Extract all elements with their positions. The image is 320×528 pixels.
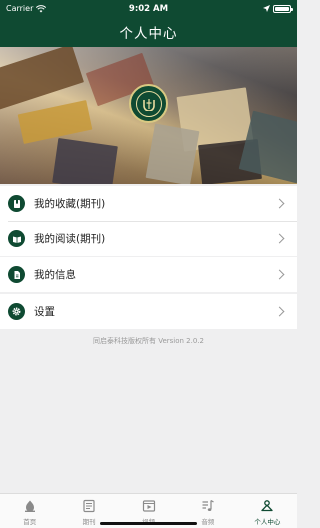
home-indicator: [100, 522, 197, 525]
chevron-right-icon: [274, 198, 285, 209]
menu-label-my-info: 我的信息: [34, 269, 76, 281]
video-icon: [141, 498, 157, 514]
chevron-right-icon: [274, 233, 285, 244]
tab-label-journal: 期刊: [82, 518, 96, 526]
menu-item-settings[interactable]: 设置: [0, 294, 297, 329]
menu-item-my-info[interactable]: 我的信息: [0, 257, 297, 292]
emblem-icon: [135, 90, 162, 117]
menu-item-favorites[interactable]: 我的收藏(期刊): [0, 186, 297, 221]
tab-label-home: 首页: [23, 518, 37, 526]
bookmark-book-icon: [8, 195, 25, 212]
tab-label-profile: 个人中心: [254, 518, 281, 526]
banner-book: [145, 123, 200, 184]
menu-label-reading: 我的阅读(期刊): [34, 233, 106, 245]
audio-icon: [200, 498, 216, 514]
tab-profile[interactable]: 个人中心: [238, 494, 297, 528]
home-icon: [22, 498, 38, 514]
copyright-text: 同启泰科技版权所有 Version 2.0.2: [92, 337, 204, 345]
chevron-right-icon: [274, 269, 285, 280]
user-avatar-logo[interactable]: [129, 84, 168, 123]
menu-group-settings: 设置: [0, 294, 297, 329]
carrier-label: Carrier: [6, 4, 34, 13]
open-book-icon: [8, 230, 25, 247]
banner-book: [0, 47, 84, 110]
profile-icon: [259, 498, 275, 514]
document-icon: [8, 266, 25, 283]
menu-group-info: 我的信息: [0, 257, 297, 292]
gear-icon: [8, 303, 25, 320]
chevron-right-icon: [274, 306, 285, 317]
status-bar: Carrier 9:02 AM: [0, 0, 297, 17]
page-title: 个人中心: [119, 26, 178, 42]
banner-book: [52, 138, 118, 184]
menu-label-favorites: 我的收藏(期刊): [34, 198, 106, 210]
journal-icon: [81, 498, 97, 514]
menu-item-reading[interactable]: 我的阅读(期刊): [0, 221, 297, 256]
nav-bar: 个人中心: [0, 17, 297, 47]
location-arrow-icon: [263, 5, 270, 12]
battery-icon: [273, 4, 293, 13]
wifi-icon: [36, 4, 47, 12]
banner-book: [17, 100, 93, 144]
menu-group-reading: 我的收藏(期刊) 我的阅读(期刊): [0, 186, 297, 256]
tab-label-audio: 音频: [201, 518, 215, 526]
menu-label-settings: 设置: [34, 306, 55, 318]
tab-home[interactable]: 首页: [0, 494, 59, 528]
